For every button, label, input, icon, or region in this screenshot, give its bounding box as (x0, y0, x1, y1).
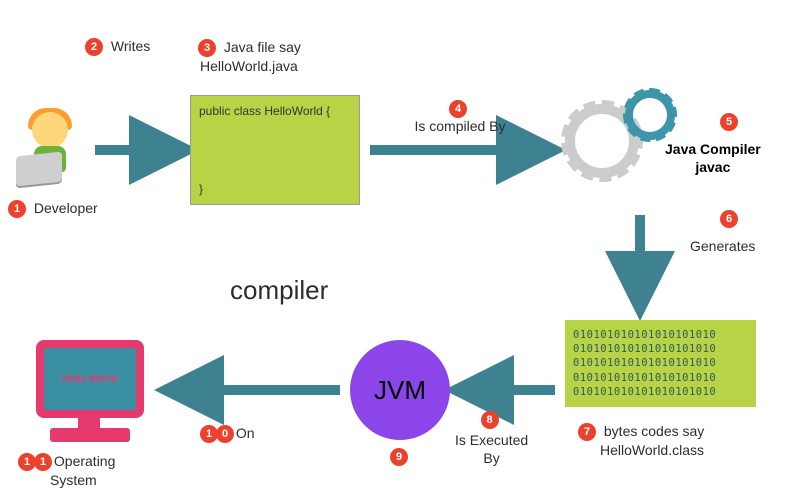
step-10: 10 On (200, 425, 255, 443)
step-8-line1: Is Executed (455, 432, 528, 448)
step-7-line1: bytes codes say (604, 423, 704, 439)
step-3-line1: Java file say (224, 39, 301, 55)
step-8: 8 Is Executed By (455, 412, 528, 468)
step-7: 7 bytes codes say HelloWorld.class (578, 422, 704, 459)
step-2-label: Writes (111, 38, 150, 54)
step-4: 4 Is compiled By (390, 100, 530, 134)
badge-1: 1 (8, 200, 26, 218)
jvm-label: JVM (374, 375, 426, 406)
step-3-line2: HelloWorld.java (200, 58, 298, 74)
code-line-1: public class HelloWorld { (199, 104, 351, 118)
badge-5: 5 (720, 113, 738, 131)
step-11-line2: System (50, 472, 97, 488)
step-5-line2: javac (695, 159, 730, 175)
bytecode-box: 010101010101010101010 010101010101010101… (565, 320, 756, 407)
step-6-label: Generates (690, 238, 755, 254)
badge-9: 9 (390, 448, 408, 466)
step-8-line2: By (483, 450, 499, 466)
step-6: Generates (690, 238, 755, 254)
step-11-line1: Operating (54, 453, 115, 469)
badge-6: 6 (720, 210, 738, 228)
step-5-badge-wrap: 5 (720, 113, 742, 131)
badge-7: 7 (578, 423, 596, 441)
step-5: Java Compiler javac (665, 140, 761, 176)
step-6-badge-wrap: 6 (720, 210, 742, 228)
badge-11b: 1 (34, 453, 52, 471)
step-7-line2: HelloWorld.class (600, 442, 704, 458)
step-1: 1 Developer (8, 200, 98, 218)
code-line-2: } (199, 182, 203, 196)
computer-icon: Hello World (30, 340, 150, 450)
step-1-label: Developer (34, 200, 98, 216)
step-5-line1: Java Compiler (665, 141, 761, 157)
step-4-label: Is compiled By (414, 118, 505, 134)
step-3: 3 Java file say HelloWorld.java (198, 38, 301, 75)
step-9: 9 (390, 448, 412, 466)
source-code-box: public class HelloWorld { } (190, 95, 360, 205)
badge-4: 4 (449, 100, 467, 118)
badge-10b: 0 (216, 425, 234, 443)
step-2: 2 Writes (85, 38, 150, 56)
developer-icon (10, 110, 90, 190)
badge-8: 8 (481, 411, 499, 429)
jvm-node: JVM (350, 340, 450, 440)
bytecode-text: 010101010101010101010 010101010101010101… (573, 329, 716, 398)
diagram-title: compiler (230, 275, 328, 306)
badge-2: 2 (85, 38, 103, 56)
diagram-canvas: 1 Developer 2 Writes 3 Java file say Hel… (0, 0, 800, 500)
screen-text: Hello World (44, 348, 136, 410)
step-11: 11 Operating System (18, 452, 115, 489)
step-10-label: On (236, 425, 255, 441)
badge-3: 3 (198, 39, 216, 57)
